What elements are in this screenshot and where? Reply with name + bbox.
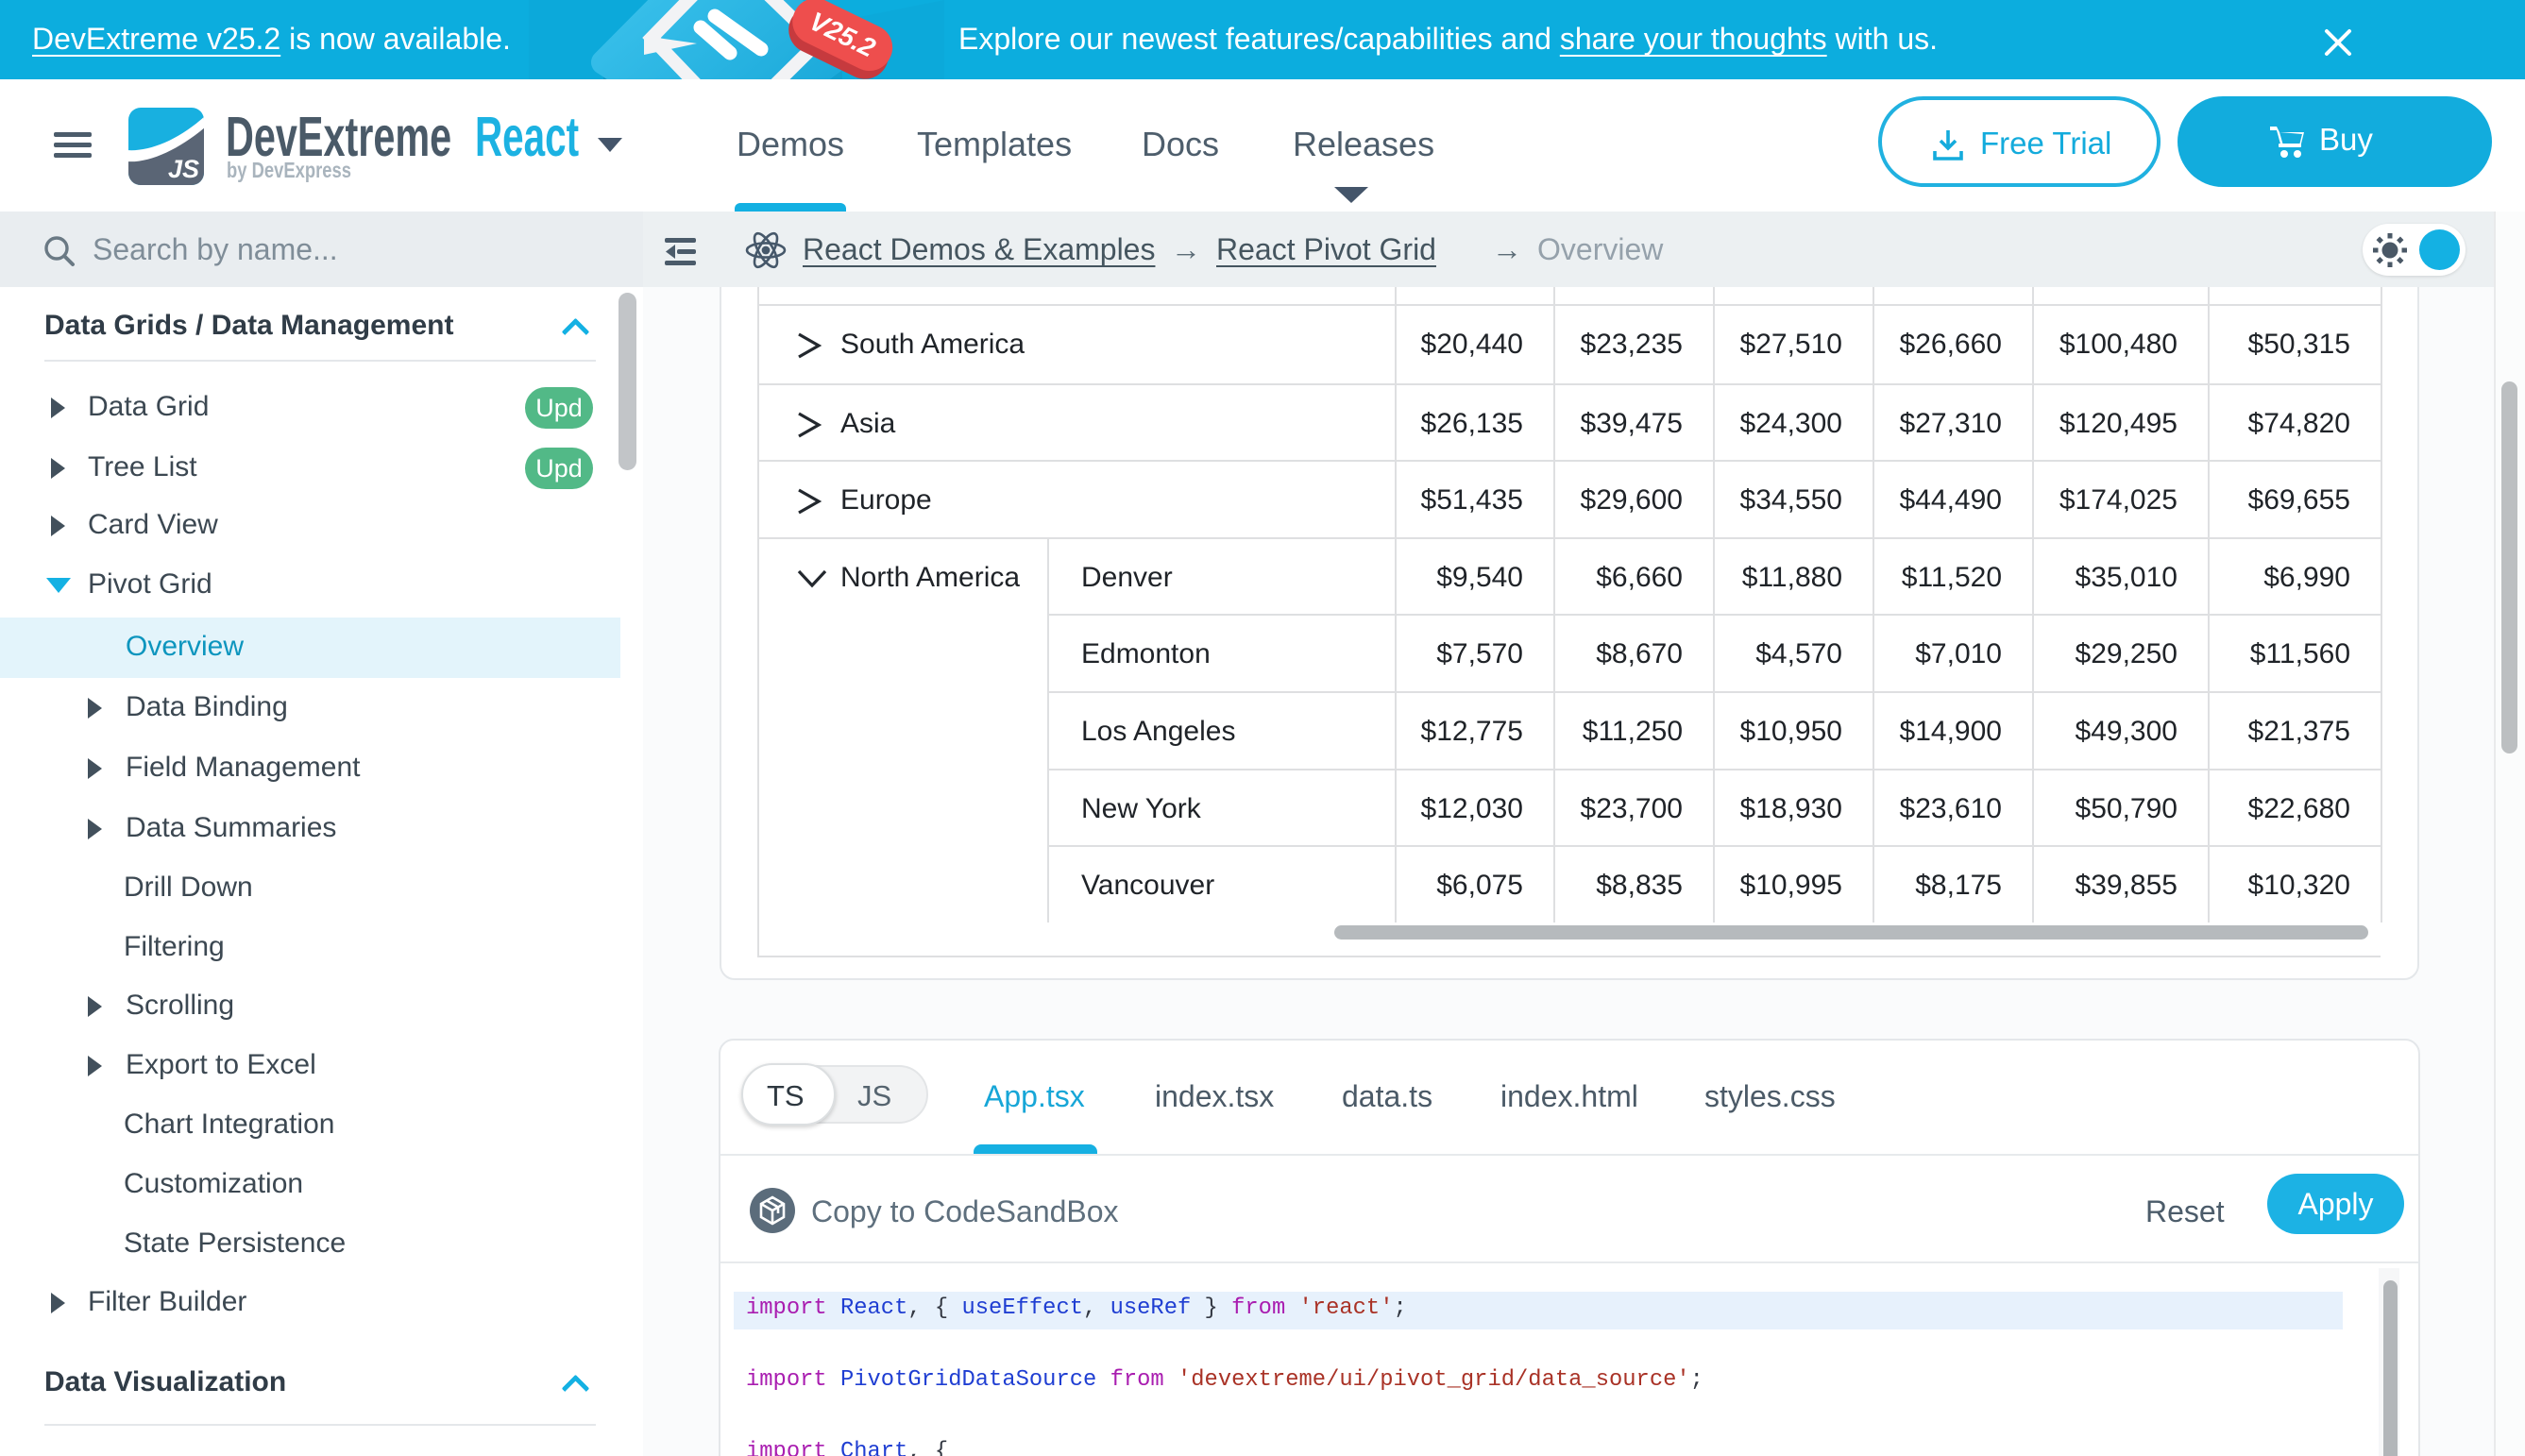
svg-text:JS: JS [168, 155, 199, 183]
